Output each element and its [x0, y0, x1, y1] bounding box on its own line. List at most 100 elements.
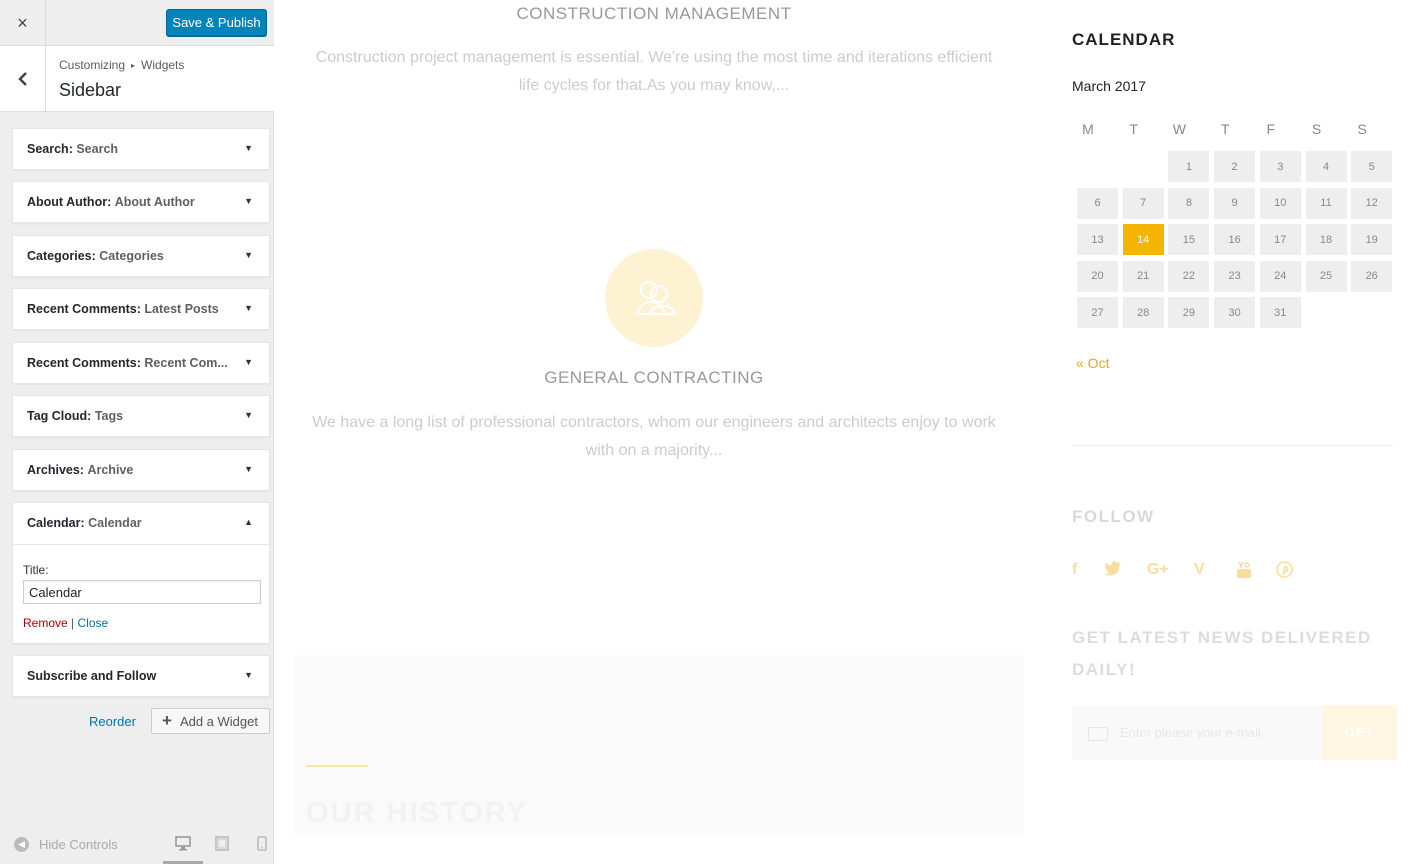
- calendar-day[interactable]: 24: [1259, 260, 1301, 292]
- calendar-day[interactable]: 22: [1168, 260, 1210, 292]
- calendar-weekday: T: [1129, 121, 1138, 137]
- calendar-day[interactable]: 13: [1077, 224, 1118, 255]
- mobile-preview-icon[interactable]: [257, 836, 273, 851]
- breadcrumb-separator-icon: ▸: [131, 61, 136, 71]
- calendar-day[interactable]: 3: [1259, 151, 1301, 182]
- calendar-day[interactable]: 12: [1351, 187, 1393, 219]
- widget-tag-cloud[interactable]: Tag Cloud: Tags ▼: [12, 395, 270, 437]
- title-field[interactable]: [23, 580, 261, 604]
- widget-search[interactable]: Search: Search ▼: [12, 128, 270, 170]
- expand-arrow-icon[interactable]: ▼: [244, 410, 253, 420]
- calendar-day[interactable]: 29: [1168, 297, 1210, 328]
- facebook-icon[interactable]: f: [1072, 561, 1077, 579]
- desktop-preview-icon[interactable]: [175, 836, 191, 851]
- title-field-label: Title:: [23, 563, 49, 577]
- widget-title: Categories: Categories: [27, 249, 164, 263]
- vimeo-icon[interactable]: V: [1194, 561, 1205, 579]
- calendar-day[interactable]: 17: [1259, 224, 1301, 255]
- calendar-day[interactable]: 10: [1259, 187, 1301, 219]
- widget-title: Subscribe and Follow: [27, 669, 157, 683]
- calendar-weekday: S: [1357, 121, 1367, 137]
- history-title: OUR HISTORY: [306, 797, 528, 829]
- calendar-day[interactable]: 18: [1305, 224, 1347, 255]
- calendar-day[interactable]: 9: [1214, 187, 1256, 219]
- close-icon[interactable]: ×: [0, 0, 46, 46]
- youtube-icon[interactable]: [1236, 561, 1252, 584]
- calendar-day[interactable]: 26: [1351, 260, 1393, 292]
- expand-arrow-icon[interactable]: ▼: [244, 196, 253, 206]
- widget-divider: [1072, 445, 1394, 446]
- calendar-day[interactable]: 6: [1077, 187, 1118, 219]
- plus-icon: +: [162, 711, 172, 730]
- tablet-preview-icon[interactable]: [215, 836, 231, 851]
- expand-arrow-icon[interactable]: ▼: [244, 143, 253, 153]
- back-arrow-icon[interactable]: [0, 46, 46, 112]
- newsletter-submit-button[interactable]: GET: [1322, 705, 1397, 760]
- widget-archives[interactable]: Archives: Archive ▼: [12, 449, 270, 491]
- calendar-day[interactable]: 23: [1214, 260, 1256, 292]
- customizer-panel: × Save & Publish Customizing ▸ Widgets Sid…: [0, 0, 274, 864]
- widget-title: Tag Cloud: Tags: [27, 409, 124, 423]
- widget-subscribe-follow[interactable]: Subscribe and Follow ▼: [12, 655, 270, 697]
- breadcrumb-child: Widgets: [141, 58, 185, 72]
- calendar-day[interactable]: 31: [1259, 297, 1301, 328]
- calendar-day[interactable]: 27: [1077, 297, 1118, 328]
- expand-arrow-icon[interactable]: ▼: [244, 303, 253, 313]
- widget-recent-comments[interactable]: Recent Comments: Recent Com... ▼: [12, 342, 270, 384]
- calendar-day[interactable]: 16: [1214, 224, 1256, 255]
- calendar-day[interactable]: 2: [1214, 151, 1256, 182]
- collapse-arrow-icon[interactable]: ▲: [244, 517, 253, 527]
- widget-title: Recent Comments: Latest Posts: [27, 302, 219, 316]
- calendar-day[interactable]: 21: [1122, 260, 1164, 292]
- calendar-month: March 2017: [1072, 78, 1146, 94]
- calendar-day[interactable]: 5: [1351, 151, 1393, 182]
- calendar-heading: CALENDAR: [1072, 30, 1176, 49]
- hide-controls-button[interactable]: ◀ Hide Controls: [14, 837, 118, 852]
- reorder-link[interactable]: Reorder: [89, 714, 136, 729]
- pinterest-icon[interactable]: [1276, 561, 1293, 583]
- service-title: CONSTRUCTION MANAGEMENT: [516, 4, 792, 23]
- add-widget-label: Add a Widget: [179, 713, 258, 729]
- expand-arrow-icon[interactable]: ▼: [244, 357, 253, 367]
- calendar-day[interactable]: 19: [1351, 224, 1393, 255]
- calendar-weekday: S: [1311, 121, 1322, 137]
- calendar-weekday: T: [1220, 121, 1230, 137]
- remove-link[interactable]: Remove: [23, 616, 68, 630]
- save-publish-button[interactable]: Save & Publish: [166, 9, 267, 36]
- expand-arrow-icon[interactable]: ▼: [244, 670, 253, 680]
- calendar-day[interactable]: 25: [1305, 260, 1347, 292]
- calendar-day[interactable]: 20: [1077, 260, 1118, 292]
- calendar-prev-link[interactable]: « Oct: [1076, 355, 1109, 371]
- calendar-day[interactable]: 11: [1305, 187, 1347, 219]
- widget-title: Archives: Archive: [27, 463, 134, 477]
- widget-categories[interactable]: Categories: Categories ▼: [12, 235, 270, 277]
- widget-header[interactable]: Calendar: Calendar ▲: [13, 503, 269, 545]
- calendar-day[interactable]: 1: [1168, 151, 1210, 182]
- calendar-day[interactable]: 4: [1305, 151, 1347, 182]
- service-text: Construction project management is essen…: [315, 49, 993, 94]
- calendar-day[interactable]: 8: [1168, 187, 1210, 219]
- close-link[interactable]: Close: [78, 616, 109, 630]
- widget-about-author[interactable]: About Author: About Author ▼: [12, 181, 270, 223]
- calendar-day[interactable]: 30: [1214, 297, 1256, 328]
- widget-title: Calendar: Calendar: [27, 516, 142, 530]
- widget-form: Title: Remove | Close: [13, 545, 269, 643]
- calendar-day[interactable]: 28: [1122, 297, 1164, 328]
- section-title: Sidebar: [59, 80, 122, 100]
- customizer-footer: ◀ Hide Controls: [0, 824, 274, 864]
- email-placeholder: Enter please your e-mail: [1120, 725, 1261, 740]
- twitter-icon[interactable]: [1104, 561, 1122, 581]
- app-window: × Save & Publish Customizing ▸ Widgets Sid…: [0, 0, 1419, 864]
- widget-recent-comments-latest-posts[interactable]: Recent Comments: Latest Posts ▼: [12, 288, 270, 330]
- calendar-day[interactable]: 15: [1168, 224, 1210, 255]
- customizer-top-bar: × Save & Publish: [0, 0, 274, 46]
- calendar-weekday: M: [1082, 121, 1094, 137]
- calendar-day-today[interactable]: 14: [1122, 224, 1164, 255]
- expand-arrow-icon[interactable]: ▼: [244, 250, 253, 260]
- expand-arrow-icon[interactable]: ▼: [244, 464, 253, 474]
- newsletter-email-input[interactable]: Enter please your e-mail: [1072, 705, 1322, 760]
- google-plus-icon[interactable]: G+: [1147, 561, 1169, 579]
- calendar-day[interactable]: 7: [1122, 187, 1164, 219]
- breadcrumb-parent: Customizing: [59, 58, 126, 72]
- add-widget-button[interactable]: + Add a Widget: [151, 708, 270, 734]
